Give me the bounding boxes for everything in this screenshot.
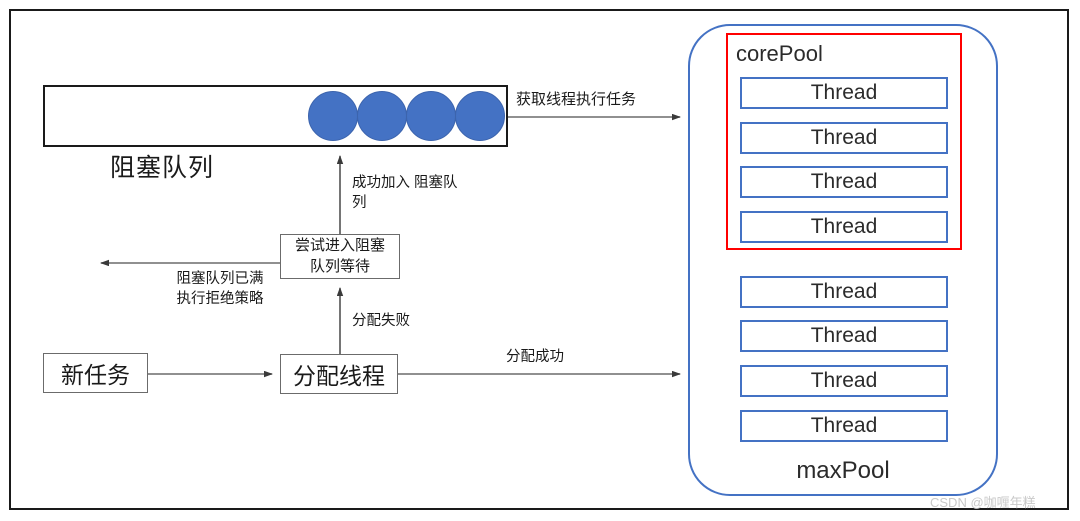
edge-label-enqueue-success-line1: 成功加入 bbox=[352, 175, 410, 191]
edge-label-alloc-fail: 分配失败 bbox=[352, 313, 410, 329]
core-thread-box: Thread bbox=[740, 166, 948, 198]
edge-label-reject-line2: 执行拒绝策略 bbox=[176, 290, 264, 307]
try-enqueue-line1: 尝试进入阻塞 bbox=[294, 237, 385, 255]
edge-label-enqueue-success: 成功加入 阻塞队列 bbox=[352, 174, 462, 213]
max-pool-label: maxPool bbox=[796, 457, 890, 484]
extra-thread-box: Thread bbox=[740, 410, 948, 442]
try-enqueue-line2: 队列等待 bbox=[309, 257, 370, 275]
queue-task-circle bbox=[308, 91, 358, 141]
core-thread-box: Thread bbox=[740, 122, 948, 154]
core-thread-box: Thread bbox=[740, 77, 948, 109]
edge-label-reject-line1: 阻塞队列已满 bbox=[176, 271, 264, 287]
extra-thread-box: Thread bbox=[740, 365, 948, 397]
try-enqueue-box: 尝试进入阻塞 队列等待 bbox=[280, 234, 400, 279]
edge-label-reject: 阻塞队列已满 执行拒绝策略 bbox=[140, 270, 300, 309]
new-task-box: 新任务 bbox=[43, 353, 148, 393]
extra-thread-box: Thread bbox=[740, 320, 948, 352]
core-pool-label: corePool bbox=[736, 41, 823, 66]
queue-task-circle bbox=[357, 91, 407, 141]
diagram-canvas: 阻塞队列 获取线程执行任务 成功加入 阻塞队列 阻塞队列已满 执行拒绝策略 分配… bbox=[0, 0, 1080, 521]
edge-label-get-thread: 获取线程执行任务 bbox=[516, 91, 637, 108]
edge-label-alloc-success: 分配成功 bbox=[506, 349, 564, 365]
csdn-watermark: CSDN @咖喱年糕 bbox=[930, 495, 1036, 510]
blocking-queue-label: 阻塞队列 bbox=[110, 154, 215, 182]
allocate-thread-box: 分配线程 bbox=[280, 354, 398, 394]
extra-thread-box: Thread bbox=[740, 276, 948, 308]
queue-task-circle bbox=[406, 91, 456, 141]
core-thread-box: Thread bbox=[740, 211, 948, 243]
queue-task-circle bbox=[455, 91, 505, 141]
